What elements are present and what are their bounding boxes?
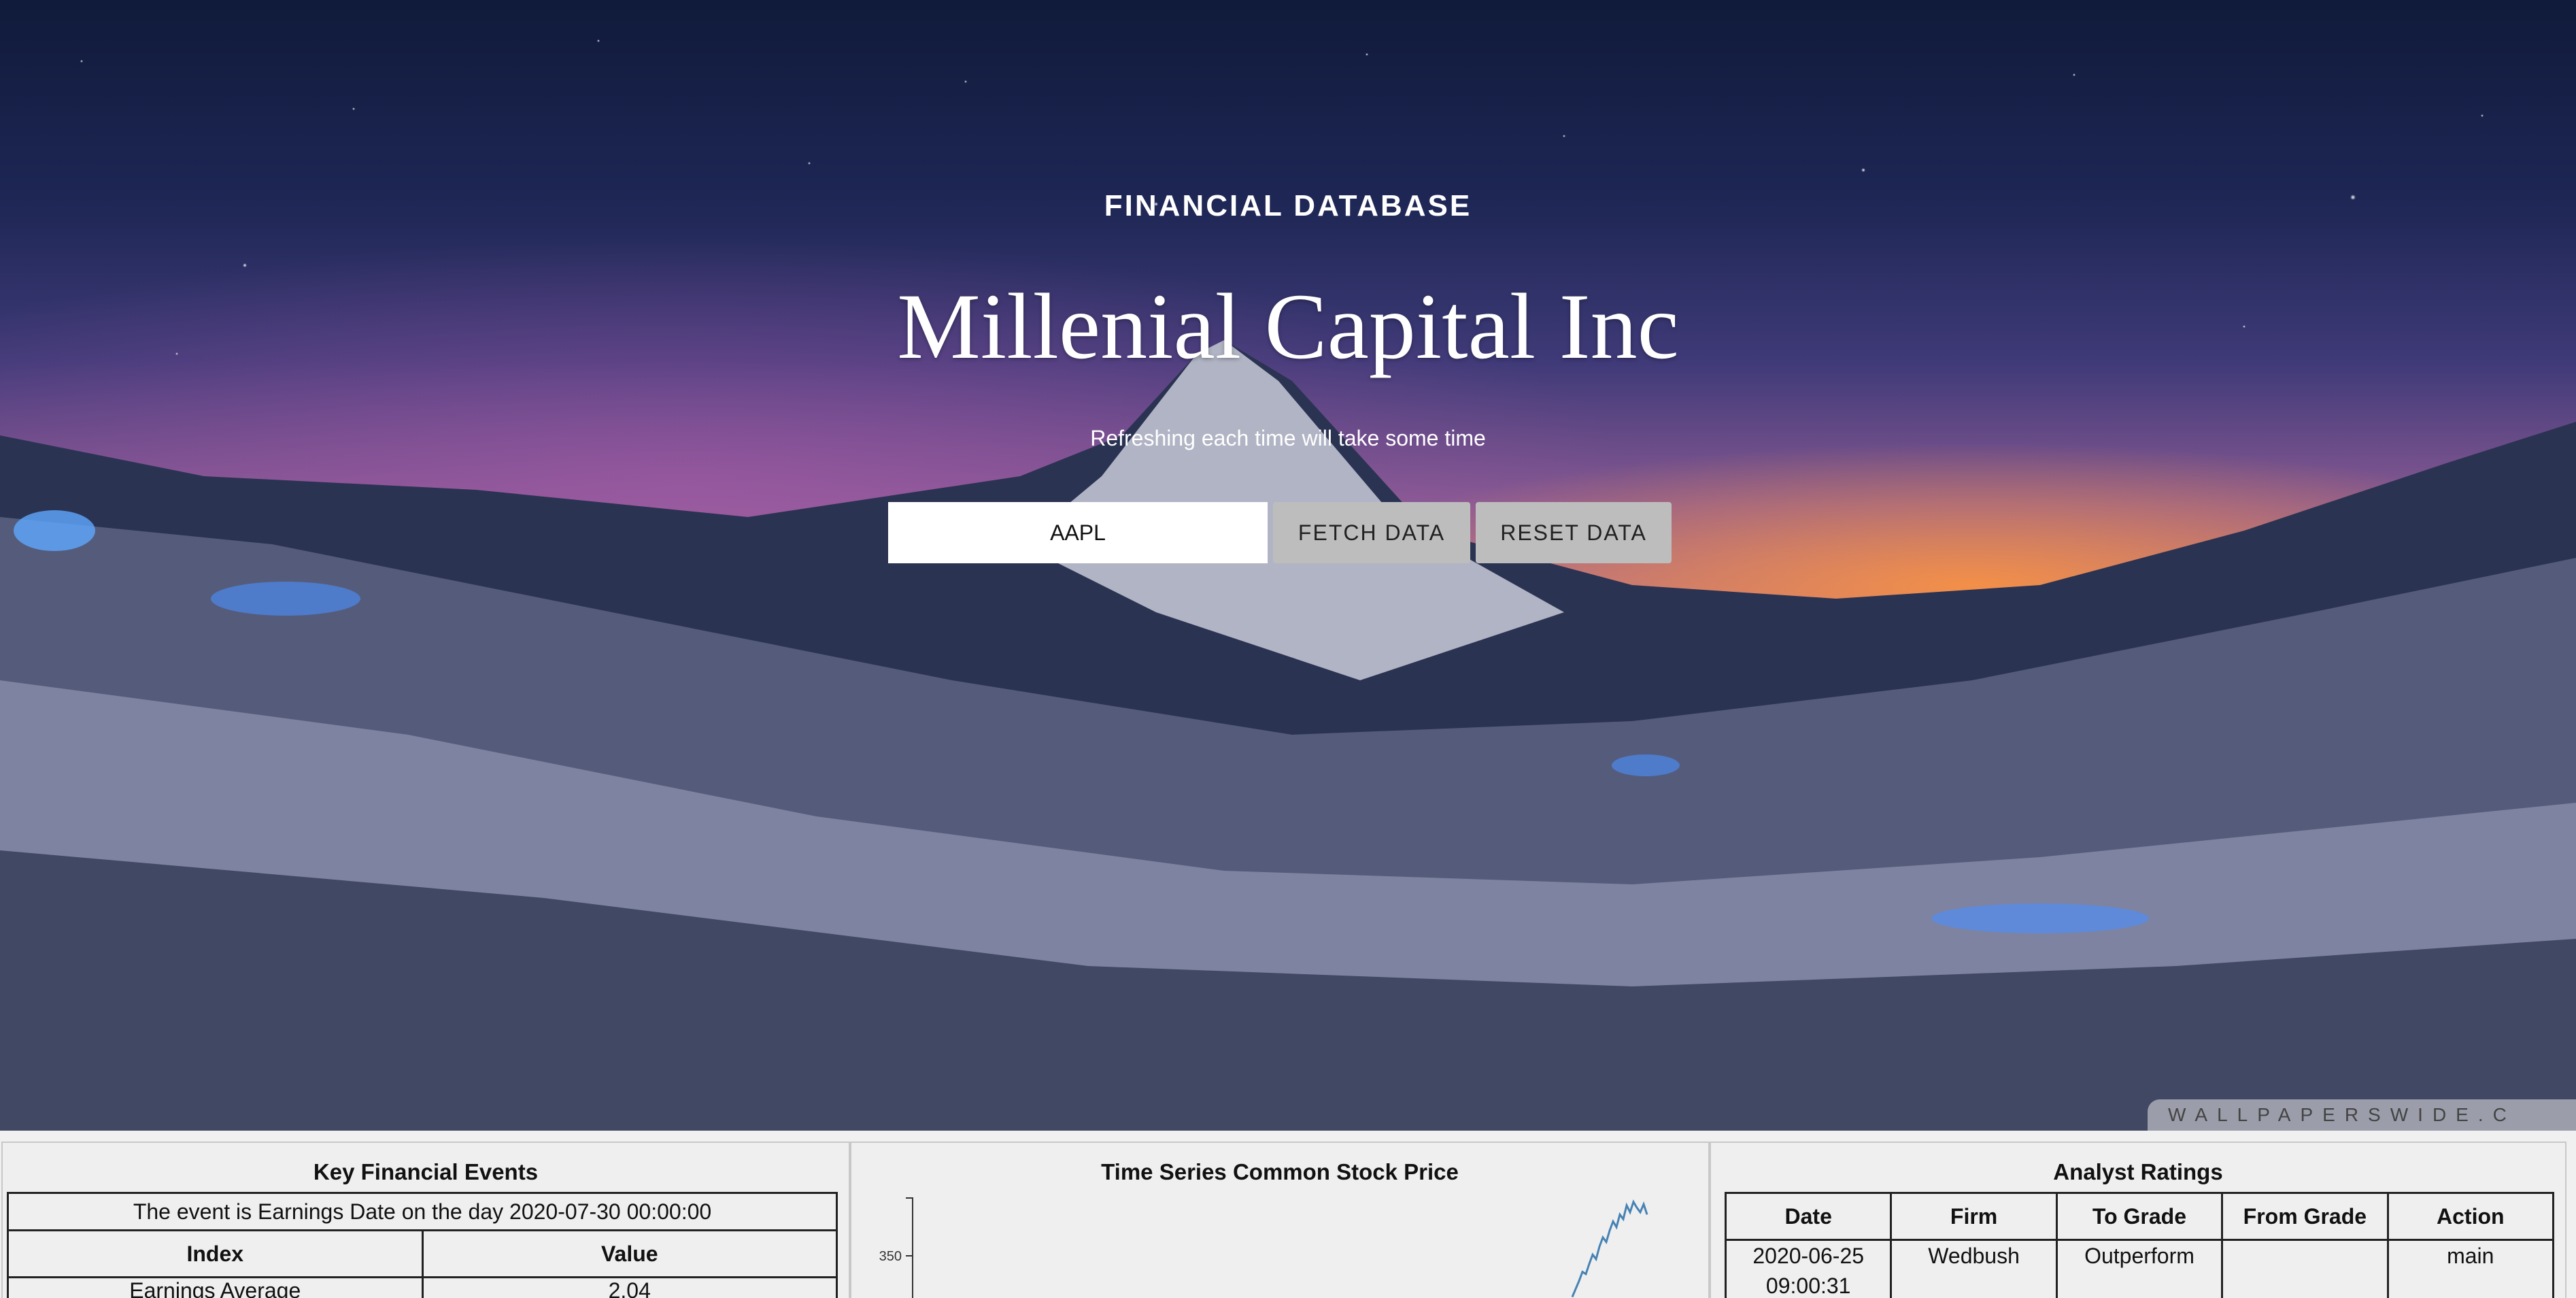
- analyst-ratings-panel: Analyst Ratings Date Firm To Grade From …: [1710, 1142, 2566, 1298]
- column-header-action: Action: [2386, 1192, 2555, 1241]
- key-financial-events-panel: Key Financial Events The event is Earnin…: [1, 1142, 850, 1298]
- table-cell: 2.04: [421, 1276, 838, 1298]
- wallpaper-watermark: WALLPAPERSWIDE.C: [2148, 1099, 2576, 1131]
- table-cell: Earnings Average: [7, 1276, 424, 1298]
- page-title: Millenial Capital Inc: [897, 274, 1679, 378]
- column-header-value: Value: [421, 1229, 838, 1278]
- results-panels: Key Financial Events The event is Earnin…: [0, 1142, 2576, 1298]
- table-cell: Wedbush: [1890, 1239, 2058, 1298]
- stock-price-chart: 350: [879, 1197, 1648, 1298]
- mountain-landscape-background: [0, 340, 2576, 1131]
- stock-price-chart-panel: Time Series Common Stock Price 350: [850, 1142, 1710, 1298]
- panel-title: Key Financial Events: [313, 1159, 539, 1184]
- table-cell: Outperform: [2055, 1239, 2224, 1298]
- column-header-to-grade: To Grade: [2055, 1192, 2224, 1241]
- ratings-table: Date Firm To Grade From Grade Action 202…: [1724, 1192, 2555, 1298]
- column-header-from-grade: From Grade: [2221, 1192, 2389, 1241]
- column-header-firm: Firm: [1890, 1192, 2058, 1241]
- table-cell: main: [2386, 1239, 2555, 1298]
- ticker-input[interactable]: [888, 502, 1268, 563]
- event-caption: The event is Earnings Date on the day 20…: [7, 1192, 838, 1231]
- table-header-row: Index Value: [7, 1229, 838, 1278]
- table-row: 2020-06-25 09:00:31 Wedbush Outperform m…: [1724, 1239, 2555, 1298]
- chart-title: Time Series Common Stock Price: [1101, 1159, 1459, 1184]
- fetch-data-button[interactable]: FETCH DATA: [1273, 502, 1470, 563]
- site-eyebrow: FINANCIAL DATABASE: [1104, 189, 1472, 222]
- hero-banner: WALLPAPERSWIDE.C: [0, 0, 2576, 1131]
- column-header-date: Date: [1724, 1192, 1893, 1241]
- events-table: The event is Earnings Date on the day 20…: [7, 1192, 838, 1298]
- reset-data-button[interactable]: RESET DATA: [1476, 502, 1672, 563]
- column-header-index: Index: [7, 1229, 424, 1278]
- panel-title: Analyst Ratings: [2053, 1159, 2223, 1184]
- table-cell: [2221, 1239, 2389, 1298]
- table-cell: 2020-06-25 09:00:31: [1724, 1239, 1893, 1298]
- table-header-row: Date Firm To Grade From Grade Action: [1724, 1192, 2555, 1241]
- price-series-line: [1571, 1199, 1648, 1298]
- table-row: Earnings Average 2.04: [7, 1276, 838, 1298]
- y-tick-label: 350: [879, 1249, 902, 1264]
- page-subtitle: Refreshing each time will take some time: [1090, 426, 1486, 450]
- table-row: The event is Earnings Date on the day 20…: [7, 1192, 838, 1231]
